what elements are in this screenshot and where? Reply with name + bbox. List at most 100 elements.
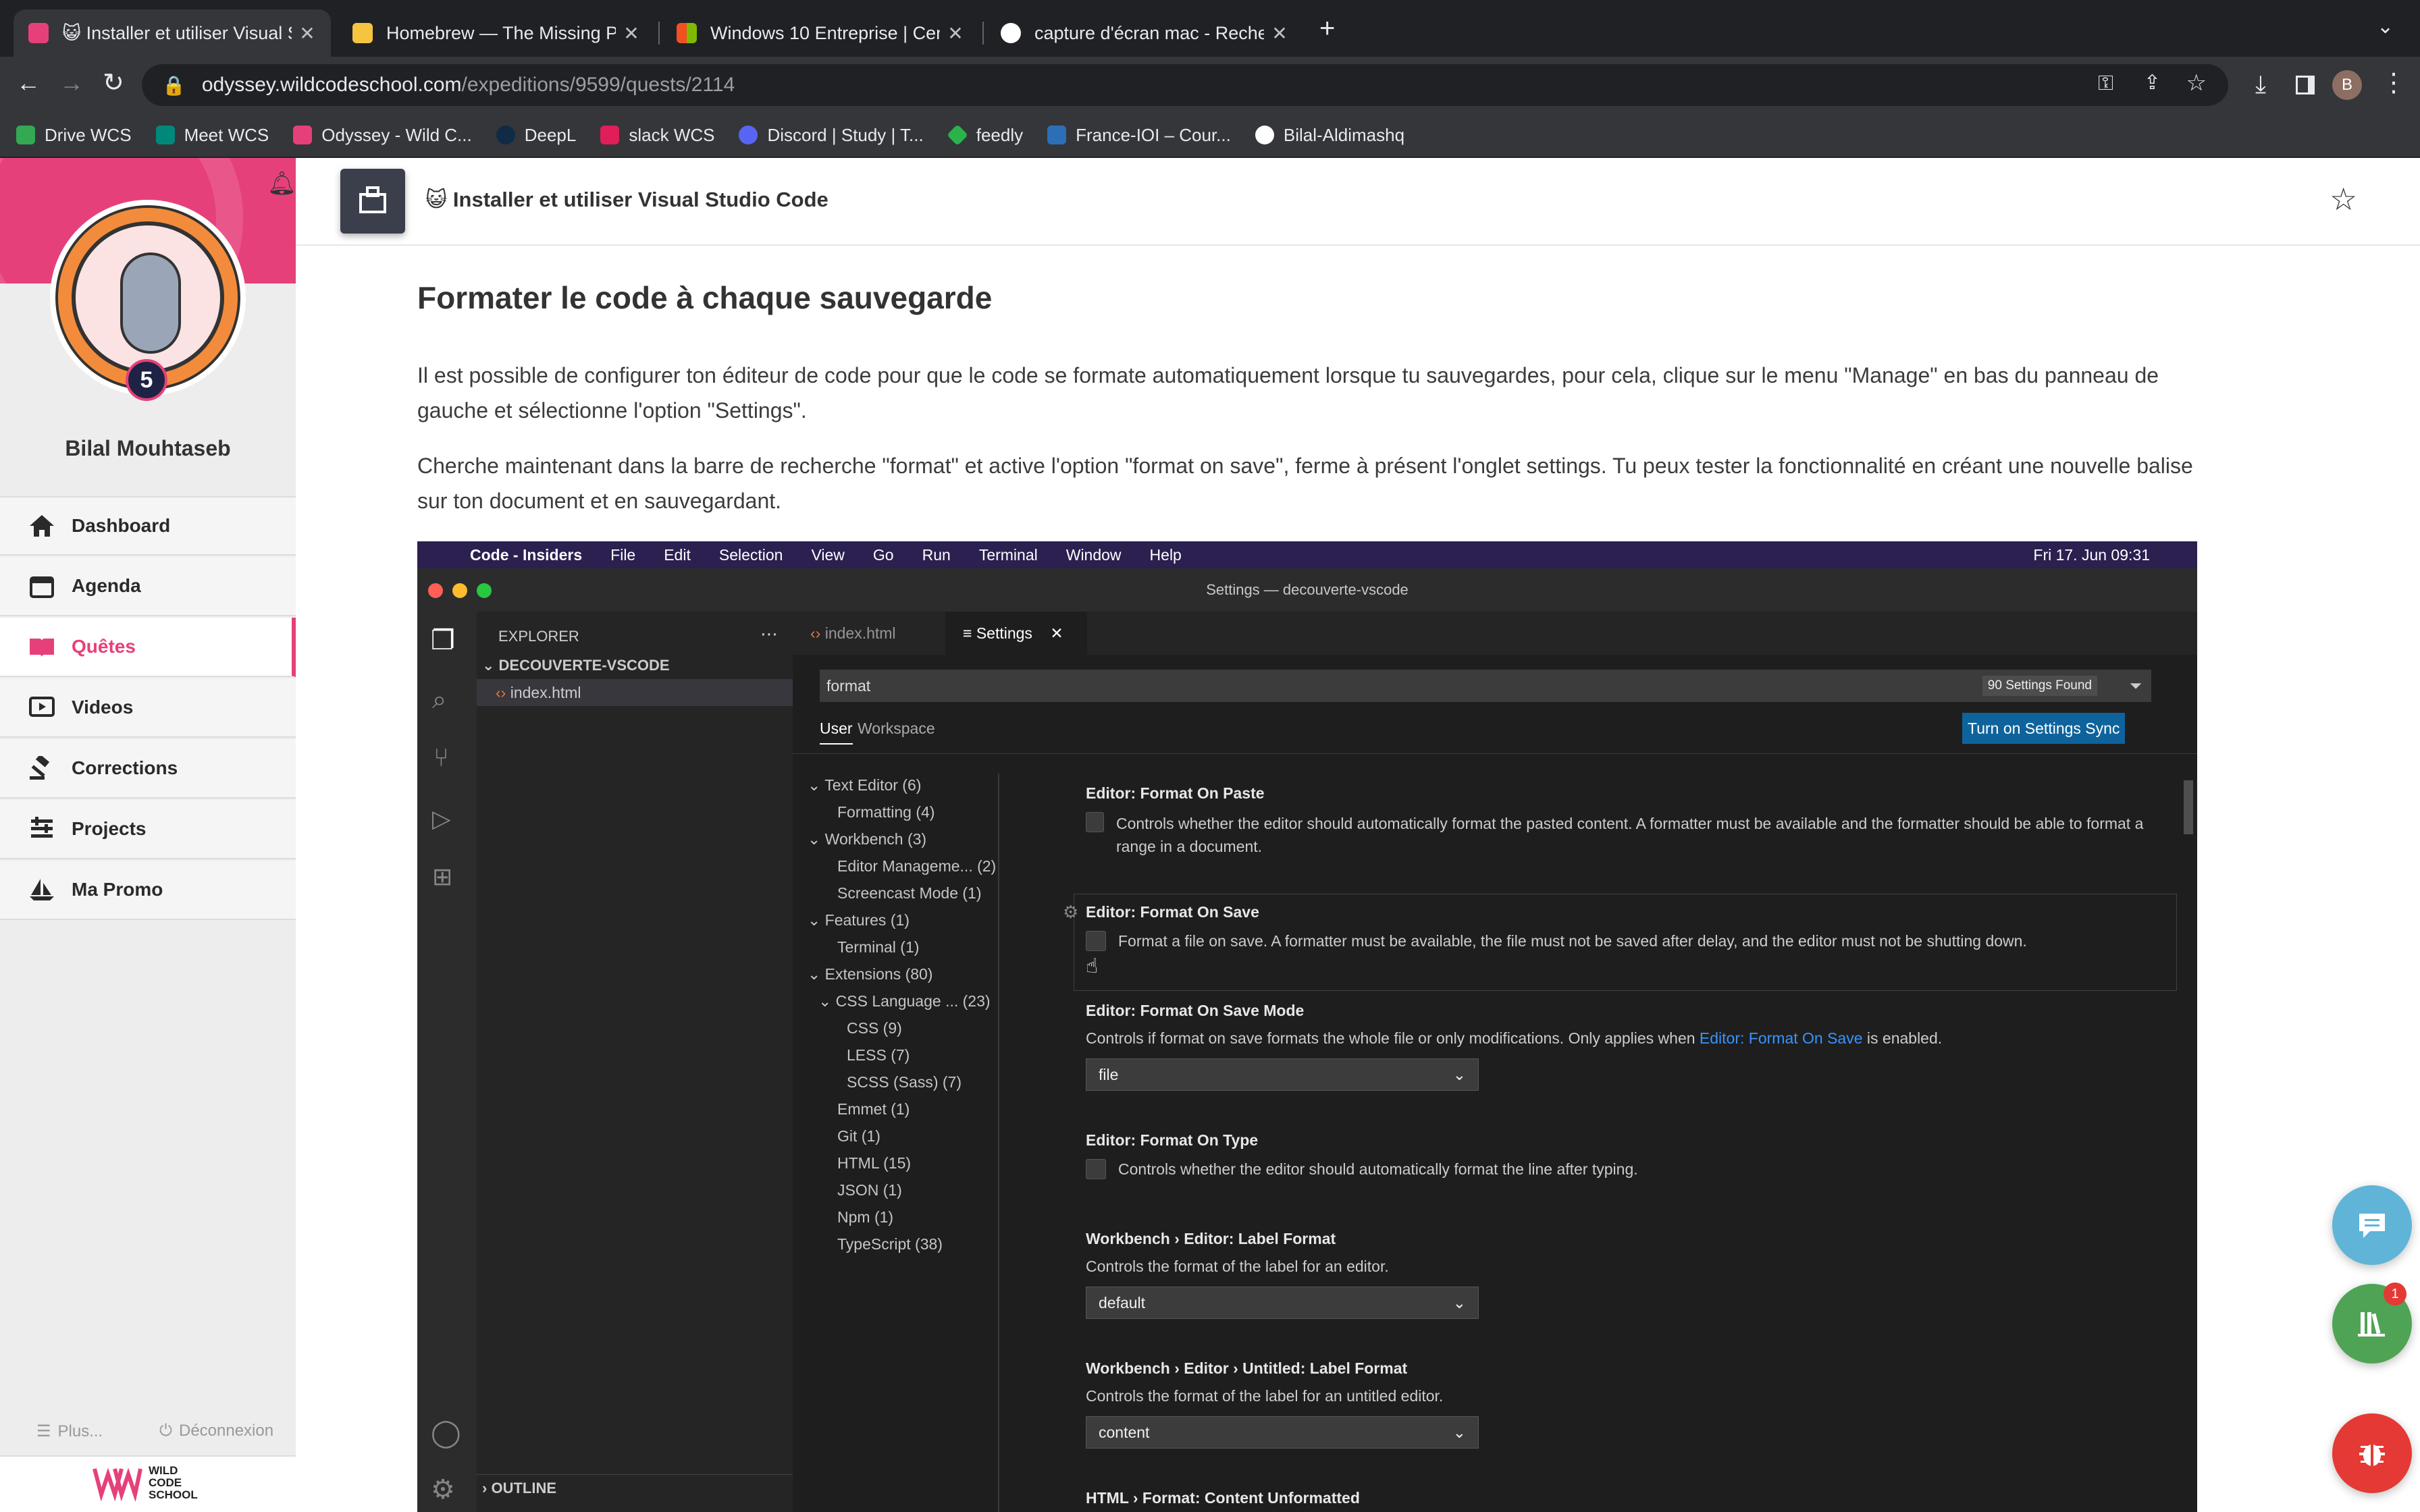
close-tab-icon[interactable]: ✕ — [298, 22, 316, 45]
notification-bell-icon[interactable]: 🔔︎ — [267, 170, 296, 197]
bookmark-drive-wcs[interactable]: Drive WCS — [16, 125, 132, 146]
key-icon[interactable]: ⚿ — [2098, 72, 2113, 95]
run-debug-icon: ▷ — [432, 805, 451, 832]
nav-dashboard[interactable]: Dashboard — [0, 496, 296, 556]
wild-code-school-logo[interactable]: WILD CODE SCHOOL — [92, 1465, 198, 1501]
toc-item: ⌄ CSS Language ... (23) — [818, 992, 991, 1010]
tab-title: 😺 Installer et utiliser Visual St — [62, 22, 292, 43]
vscode-window-title: Settings — decouverte-vscode — [1206, 581, 1409, 598]
filter-icon: ⏷ — [2129, 677, 2142, 695]
reload-icon[interactable]: ↻ — [103, 68, 124, 98]
scope-tab-workspace: Workspace — [858, 720, 935, 737]
nav-projects[interactable]: Projects — [0, 800, 296, 859]
nav-corrections[interactable]: Corrections — [0, 739, 296, 799]
settings-sliders-icon: ☰ — [36, 1422, 51, 1440]
setting-name: Format On Save Mode — [1140, 1002, 1305, 1019]
divider — [793, 753, 2197, 754]
folder-name: DECOUVERTE-VSCODE — [498, 657, 670, 674]
more-button[interactable]: ☰ Plus... — [36, 1422, 103, 1441]
bookmark-meet-wcs[interactable]: Meet WCS — [155, 125, 269, 146]
setting-label-format: Workbench › Editor: Label Format Control… — [1086, 1230, 2166, 1319]
chevron-down-icon: ⌄ — [1452, 1065, 1466, 1083]
maximize-window-icon — [477, 583, 492, 598]
setting-prefix: Workbench › Editor: — [1086, 1230, 1238, 1247]
report-bug-button[interactable] — [2332, 1413, 2412, 1493]
nav-videos[interactable]: Videos — [0, 678, 296, 738]
share-icon[interactable]: ⇪ — [2144, 71, 2161, 94]
outline-section: › OUTLINE — [477, 1474, 793, 1501]
toc-item: Formatting (4) — [837, 803, 935, 821]
mac-menu-item: Window — [1066, 545, 1122, 564]
new-tab-button[interactable]: + — [1319, 14, 1335, 44]
setting-name: Format On Save — [1140, 903, 1259, 921]
setting-desc: Controls whether the editor should autom… — [1118, 1160, 1638, 1178]
nav-label: Agenda — [72, 575, 141, 596]
toc-label: Terminal (1) — [837, 938, 920, 956]
address-bar[interactable]: 🔒 odyssey.wildcodeschool.com /expedition… — [142, 64, 2228, 106]
browser-tab[interactable]: 😺 Installer et utiliser Visual St ✕ — [14, 9, 331, 57]
editor-tab-label: index.html — [824, 624, 896, 642]
setting-format-on-type: Editor: Format On Type Controls whether … — [1086, 1131, 2166, 1179]
bookmark-deepl[interactable]: DeepL — [496, 125, 576, 146]
search-icon: ⌕ — [432, 686, 447, 714]
windows-favicon-icon — [677, 23, 697, 43]
deepl-icon — [496, 126, 515, 144]
bookmark-github[interactable]: Bilal-Aldimashq — [1255, 125, 1404, 146]
logout-button[interactable]: ⏻ Déconnexion — [159, 1422, 273, 1440]
toc-item: JSON (1) — [837, 1181, 902, 1199]
vscode-settings-editor: ‹› index.html ≡ Settings ✕ format 90 Set… — [793, 612, 2197, 1512]
odyssey-icon — [293, 126, 313, 144]
browser-tab[interactable]: Homebrew — The Missing Pac ✕ — [338, 9, 655, 57]
menu-icon[interactable]: ⋮ — [2381, 68, 2406, 98]
bookmark-slack[interactable]: slack WCS — [600, 125, 714, 146]
bookmark-france-ioi[interactable]: France-IOI – Cour... — [1047, 125, 1231, 146]
bookmark-star-icon[interactable]: ☆ — [2186, 70, 2207, 97]
url-path: /expeditions/9599/quests/2114 — [461, 74, 735, 96]
setting-desc: Controls the format of the label for an … — [1086, 1387, 1444, 1405]
setting-desc: Format a file on save. A formatter must … — [1118, 932, 2027, 950]
france-ioi-icon — [1047, 126, 1067, 144]
tab-search-icon[interactable]: ⌄ — [2377, 15, 2394, 38]
bookmark-odyssey[interactable]: Odyssey - Wild C... — [293, 124, 472, 146]
odyssey-favicon-icon — [28, 23, 49, 43]
close-tab-icon[interactable]: ✕ — [947, 22, 964, 45]
profile-avatar[interactable]: B — [2332, 70, 2362, 100]
toc-item: Npm (1) — [837, 1208, 893, 1226]
toc-item: ⌄ Text Editor (6) — [808, 776, 922, 794]
favorite-star-icon[interactable]: ☆ — [2330, 181, 2357, 217]
bookmarks-bar: Drive WCS Meet WCS Odyssey - Wild C... D… — [0, 113, 2420, 158]
tab-separator — [982, 22, 984, 45]
nav-ma-promo[interactable]: Ma Promo — [0, 861, 296, 920]
nav-agenda[interactable]: Agenda — [0, 557, 296, 616]
slack-icon — [600, 126, 620, 144]
download-icon[interactable]: ⤓ — [2255, 70, 2266, 99]
setting-checkbox — [1086, 1159, 1106, 1179]
file-name: index.html — [510, 684, 581, 701]
setting-name: Format On Paste — [1140, 784, 1265, 802]
setting-format-on-paste: Editor: Format On Paste Controls whether… — [1086, 784, 2166, 858]
setting-checkbox — [1086, 931, 1106, 951]
mac-menu-item: Code - Insiders — [470, 545, 583, 564]
paragraph: Cherche maintenant dans la barre de rech… — [417, 454, 2193, 513]
close-tab-icon[interactable]: ✕ — [623, 22, 640, 45]
bookmark-discord[interactable]: Discord | Study | T... — [739, 125, 924, 146]
browser-tab[interactable]: Windows 10 Entreprise | Centr ✕ — [662, 9, 979, 57]
toc-item: Emmet (1) — [837, 1100, 910, 1118]
nav-quetes[interactable]: Quêtes — [0, 618, 296, 677]
bookmark-label: Odyssey - Wild C... — [321, 124, 472, 145]
setting-prefix: Editor: — [1086, 1002, 1140, 1019]
toc-label: Formatting (4) — [837, 803, 935, 821]
explorer-file: ‹› index.html — [477, 679, 793, 706]
close-window-icon — [428, 583, 443, 598]
forward-icon[interactable]: → — [59, 69, 84, 97]
toc-label: Npm (1) — [837, 1208, 894, 1226]
bookmark-feedly[interactable]: feedly — [946, 124, 1023, 146]
meet-icon — [155, 126, 175, 144]
chat-button[interactable] — [2332, 1185, 2412, 1265]
close-tab-icon[interactable]: ✕ — [1271, 22, 1288, 45]
back-icon[interactable]: ← — [16, 69, 41, 97]
sidepanel-icon[interactable] — [2296, 76, 2315, 94]
toc-divider — [998, 774, 999, 1512]
browser-tab[interactable]: capture d'écran mac - Recherc ✕ — [986, 9, 1303, 57]
setting-prefix: Workbench › Editor › Untitled: — [1086, 1359, 1310, 1377]
